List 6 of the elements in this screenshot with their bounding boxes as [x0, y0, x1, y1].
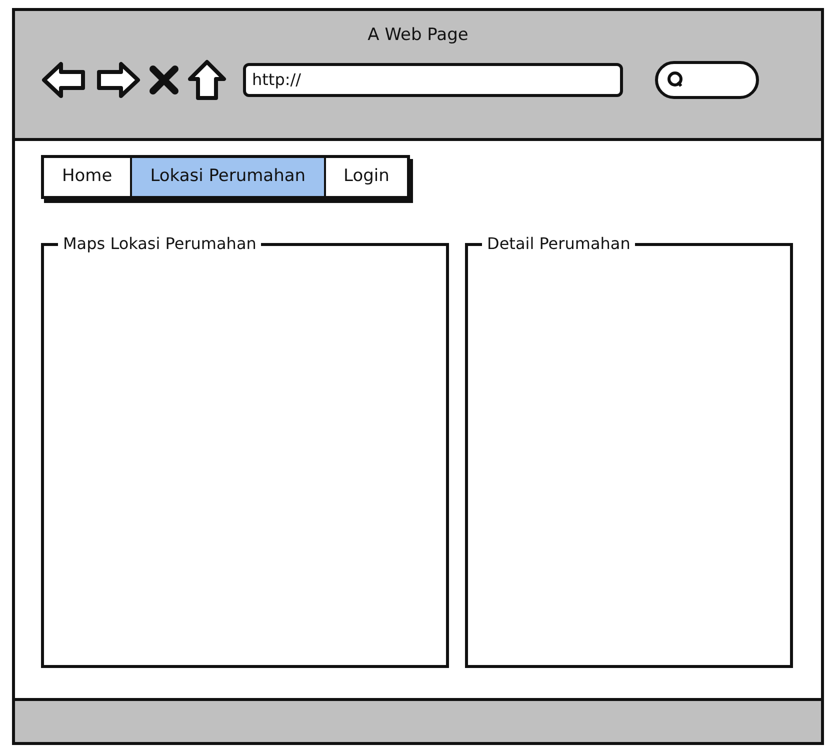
- search-field[interactable]: [655, 60, 759, 98]
- window-title: A Web Page: [366, 24, 470, 47]
- address-field[interactable]: http://: [243, 62, 623, 96]
- stop-icon[interactable]: [149, 64, 179, 94]
- nav-tab[interactable]: Lokasi Perumahan: [132, 158, 326, 196]
- home-icon[interactable]: [187, 58, 227, 100]
